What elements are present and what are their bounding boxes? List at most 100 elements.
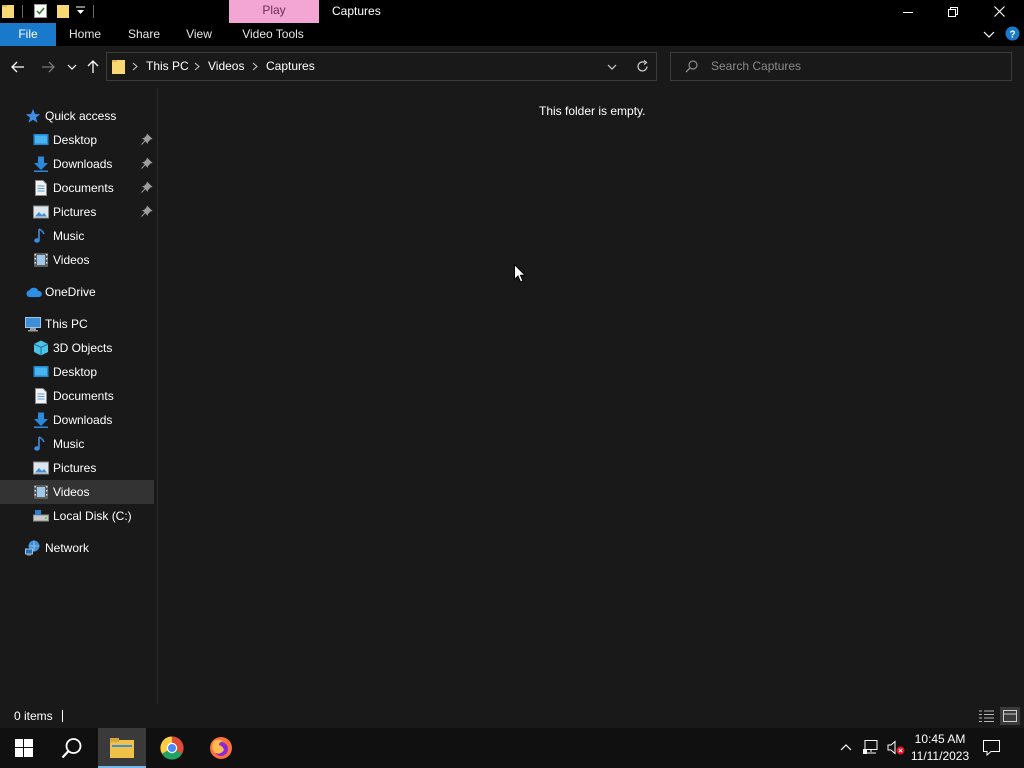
nav-quick-downloads[interactable]: Downloads xyxy=(0,152,154,176)
nav-pc-3d-objects[interactable]: 3D Objects xyxy=(0,336,154,360)
tab-video-tools[interactable]: Video Tools xyxy=(233,23,313,46)
taskbar: 10:45 AM 11/11/2023 xyxy=(0,728,1024,768)
close-icon xyxy=(993,6,1005,17)
start-button[interactable] xyxy=(0,728,48,768)
folder-icon xyxy=(2,4,14,18)
action-center-button[interactable] xyxy=(983,740,1000,756)
play-context-tab[interactable]: Play xyxy=(229,0,319,23)
arrow-up-icon xyxy=(87,60,99,73)
file-explorer-taskbar-button[interactable] xyxy=(98,728,146,768)
nav-pc-documents[interactable]: Documents xyxy=(0,384,154,408)
expand-ribbon-button[interactable] xyxy=(983,28,995,40)
downloads-icon xyxy=(33,412,49,428)
tab-file[interactable]: File xyxy=(0,23,56,46)
nav-label: Videos xyxy=(53,485,90,499)
nav-label: Videos xyxy=(53,253,90,267)
help-button[interactable]: ? xyxy=(1005,26,1020,41)
nav-label: Documents xyxy=(53,389,114,403)
nav-onedrive[interactable]: OneDrive xyxy=(0,280,154,304)
desktop-icon xyxy=(33,132,49,148)
downloads-icon xyxy=(33,156,49,172)
title-bar: Play Captures xyxy=(0,0,1024,23)
up-button[interactable] xyxy=(83,58,103,76)
nav-quick-pictures[interactable]: Pictures xyxy=(0,200,154,224)
back-button[interactable] xyxy=(8,58,28,76)
file-list[interactable]: This folder is empty. xyxy=(159,88,1024,704)
nav-quick-access[interactable]: Quick access xyxy=(0,104,154,128)
customize-quick-access-icon[interactable] xyxy=(76,6,85,16)
forward-button[interactable] xyxy=(38,58,58,76)
navigation-pane: Quick access Desktop Downloads Documents xyxy=(0,88,158,704)
onedrive-icon xyxy=(25,284,42,300)
videos-icon xyxy=(33,252,49,268)
properties-icon[interactable] xyxy=(34,4,47,18)
nav-label: Music xyxy=(53,437,85,451)
arrow-left-icon xyxy=(11,61,24,73)
close-button[interactable] xyxy=(976,0,1022,23)
nav-pc-desktop[interactable]: Desktop xyxy=(0,360,154,384)
nav-label: Downloads xyxy=(53,413,113,427)
chrome-icon xyxy=(160,736,184,760)
nav-label: Pictures xyxy=(53,461,97,475)
item-count: 0 items xyxy=(14,709,53,723)
chevron-right-icon[interactable] xyxy=(194,62,200,71)
show-hidden-icons-button[interactable] xyxy=(840,743,852,751)
status-separator xyxy=(62,710,63,722)
arrow-right-icon xyxy=(42,61,55,73)
desktop-icon xyxy=(33,364,49,380)
pin-icon xyxy=(141,205,153,217)
nav-quick-music[interactable]: Music xyxy=(0,224,154,248)
search-placeholder: Search Captures xyxy=(711,59,802,73)
large-icons-view-icon xyxy=(1003,710,1017,722)
breadcrumb-videos[interactable]: Videos xyxy=(208,53,244,80)
volume-button[interactable] xyxy=(887,740,905,755)
address-dropdown-button[interactable] xyxy=(607,63,617,71)
search-input[interactable]: Search Captures xyxy=(670,52,1012,81)
firefox-icon xyxy=(210,737,232,759)
nav-pc-local-disk[interactable]: Local Disk (C:) xyxy=(0,504,154,528)
nav-this-pc[interactable]: This PC xyxy=(0,312,154,336)
chrome-taskbar-button[interactable] xyxy=(148,728,196,768)
window-title: Captures xyxy=(332,4,381,18)
pictures-icon xyxy=(33,204,49,220)
notification-icon xyxy=(983,740,1000,756)
windows-logo-icon xyxy=(15,739,33,757)
music-icon xyxy=(33,228,49,244)
firefox-taskbar-button[interactable] xyxy=(197,728,245,768)
nav-quick-desktop[interactable]: Desktop xyxy=(0,128,154,152)
chevron-right-icon[interactable] xyxy=(132,62,138,71)
breadcrumb-captures[interactable]: Captures xyxy=(266,53,315,80)
refresh-button[interactable] xyxy=(636,60,649,73)
nav-label: 3D Objects xyxy=(53,341,113,355)
tab-view[interactable]: View xyxy=(178,23,220,46)
nav-pc-downloads[interactable]: Downloads xyxy=(0,408,154,432)
tab-share[interactable]: Share xyxy=(121,23,167,46)
taskbar-clock[interactable]: 10:45 AM 11/11/2023 xyxy=(905,731,975,765)
minimize-button[interactable] xyxy=(885,0,931,23)
network-status-button[interactable] xyxy=(863,740,879,754)
restore-button[interactable] xyxy=(930,0,976,23)
svg-text:?: ? xyxy=(1009,29,1015,40)
search-button[interactable] xyxy=(48,728,96,768)
nav-network[interactable]: Network xyxy=(0,536,154,560)
breadcrumb-this-pc[interactable]: This PC xyxy=(146,53,189,80)
nav-label: Local Disk (C:) xyxy=(53,509,132,523)
nav-quick-documents[interactable]: Documents xyxy=(0,176,154,200)
address-bar[interactable]: This PC Videos Captures xyxy=(106,52,657,81)
details-view-button[interactable] xyxy=(979,709,994,723)
nav-label: This PC xyxy=(45,317,88,331)
nav-pc-videos[interactable]: Videos xyxy=(0,480,154,504)
recent-locations-button[interactable] xyxy=(62,58,82,76)
chevron-right-icon[interactable] xyxy=(252,62,258,71)
large-icons-view-button[interactable] xyxy=(1000,707,1020,725)
nav-pc-pictures[interactable]: Pictures xyxy=(0,456,154,480)
chevron-down-icon xyxy=(983,31,995,38)
nav-quick-videos[interactable]: Videos xyxy=(0,248,154,272)
pin-icon xyxy=(141,181,153,193)
nav-label: OneDrive xyxy=(45,285,96,299)
nav-pc-music[interactable]: Music xyxy=(0,432,154,456)
help-icon: ? xyxy=(1005,26,1020,41)
tab-home[interactable]: Home xyxy=(62,23,108,46)
nav-label: Documents xyxy=(53,181,114,195)
new-folder-icon[interactable] xyxy=(57,4,69,18)
